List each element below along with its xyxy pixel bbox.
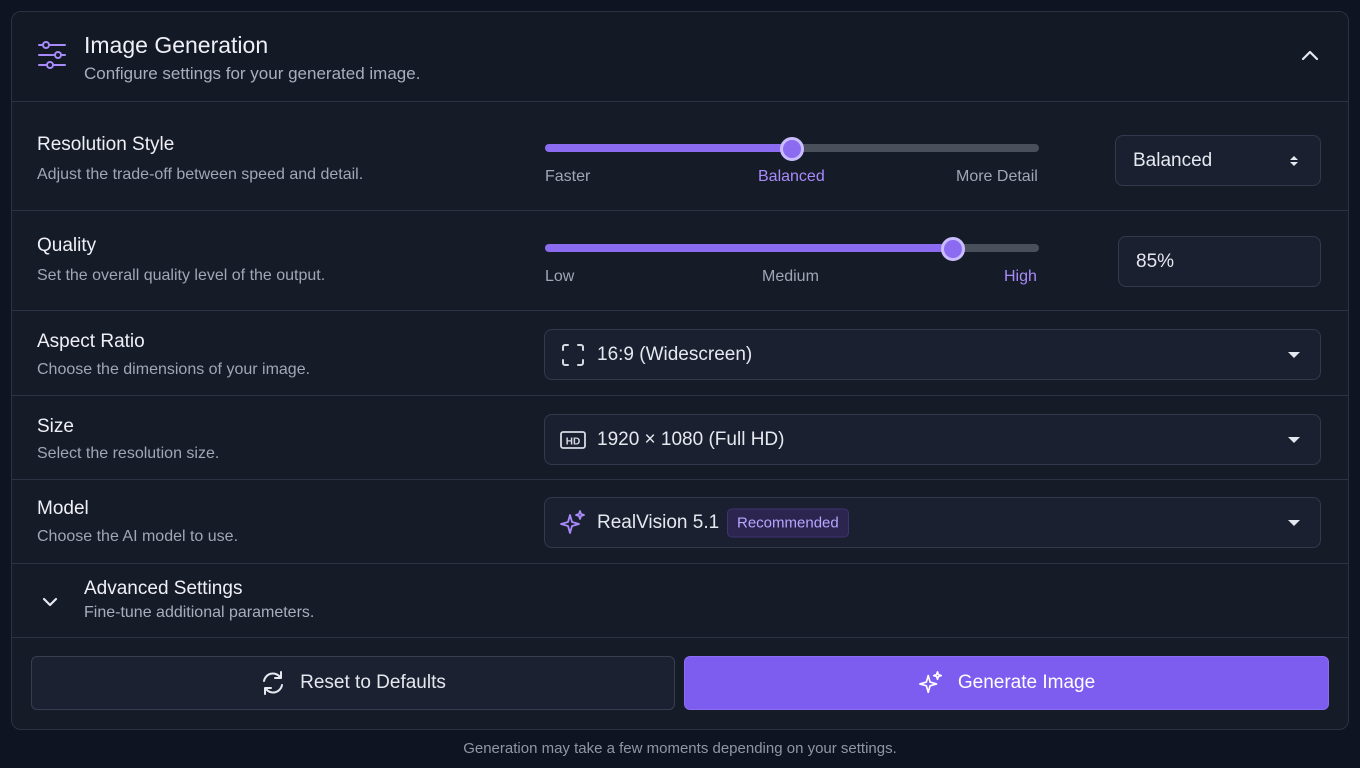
size-row: Size Select the resolution size. HD 1920…: [12, 396, 1348, 480]
model-description: Choose the AI model to use.: [37, 528, 239, 545]
quality-input[interactable]: 85%: [1118, 236, 1321, 287]
footer-note: Generation may take a few moments depend…: [463, 740, 897, 757]
size-label: Size: [37, 416, 74, 437]
aspect-ratio-label: Aspect Ratio: [37, 331, 145, 352]
slider-thumb[interactable]: [940, 237, 965, 261]
quality-row: Quality Set the overall quality level of…: [12, 211, 1348, 311]
tick-low[interactable]: Low: [545, 268, 574, 286]
tick-faster[interactable]: Faster: [545, 168, 590, 186]
recommended-badge: Recommended: [727, 508, 849, 537]
sparkles-icon: [560, 509, 585, 534]
resolution-style-select-value: Balanced: [1133, 149, 1213, 171]
size-value: 1920 × 1080 (Full HD): [597, 428, 785, 450]
chevron-down-icon: [42, 597, 58, 607]
aspect-ratio-description: Choose the dimensions of your image.: [37, 361, 311, 378]
resolution-style-label: Resolution Style: [37, 134, 175, 155]
page-subtitle: Configure settings for your generated im…: [84, 64, 421, 83]
resolution-style-description: Adjust the trade-off between speed and d…: [37, 166, 364, 183]
slider-thumb[interactable]: [780, 137, 804, 161]
model-select[interactable]: RealVision 5.1 Recommended: [544, 497, 1321, 548]
panel-header: Image Generation Configure settings for …: [12, 12, 1348, 102]
page-title: Image Generation: [84, 32, 269, 58]
advanced-settings-subtitle: Fine-tune additional parameters.: [84, 604, 315, 621]
model-value: RealVision 5.1: [597, 511, 720, 533]
chevron-down-icon: [1288, 436, 1300, 443]
resolution-style-slider[interactable]: [545, 137, 1039, 161]
size-description: Select the resolution size.: [37, 445, 220, 462]
hd-icon: HD: [560, 430, 586, 449]
slider-fill: [545, 144, 792, 152]
aspect-ratio-row: Aspect Ratio Choose the dimensions of yo…: [12, 311, 1348, 396]
aspect-ratio-icon: [562, 343, 584, 366]
updown-caret-icon: [1290, 155, 1298, 166]
advanced-settings-toggle[interactable]: Advanced Settings Fine-tune additional p…: [12, 564, 1348, 638]
reset-button-label: Reset to Defaults: [300, 672, 446, 693]
slider-fill: [545, 244, 953, 252]
generate-image-button[interactable]: Generate Image: [684, 656, 1329, 710]
chevron-down-icon: [1288, 519, 1300, 526]
resolution-style-select[interactable]: Balanced: [1115, 135, 1321, 186]
quality-input-value: 85%: [1136, 250, 1175, 272]
quality-label: Quality: [37, 235, 97, 256]
model-label: Model: [37, 498, 89, 519]
reset-to-defaults-button[interactable]: Reset to Defaults: [31, 656, 675, 710]
refresh-icon: [263, 671, 284, 695]
size-select[interactable]: HD 1920 × 1080 (Full HD): [544, 414, 1321, 465]
aspect-ratio-select[interactable]: 16:9 (Widescreen): [544, 329, 1321, 380]
tick-medium[interactable]: Medium: [762, 268, 819, 286]
chevron-down-icon: [1288, 351, 1300, 358]
sparkles-icon: [918, 671, 942, 694]
model-row: Model Choose the AI model to use. RealVi…: [12, 480, 1348, 564]
generate-button-label: Generate Image: [957, 672, 1096, 693]
advanced-settings-title: Advanced Settings: [84, 578, 243, 599]
resolution-style-row: Resolution Style Adjust the trade-off be…: [12, 102, 1348, 211]
tick-high[interactable]: High: [1004, 268, 1037, 286]
image-generation-panel: Image Generation Configure settings for …: [11, 11, 1349, 730]
quality-slider[interactable]: [545, 237, 1039, 261]
chevron-up-icon[interactable]: [1296, 42, 1324, 70]
aspect-ratio-value: 16:9 (Widescreen): [597, 343, 753, 365]
svg-text:HD: HD: [566, 436, 580, 447]
quality-description: Set the overall quality level of the out…: [37, 267, 326, 284]
sliders-icon: [38, 41, 66, 69]
tick-more-detail[interactable]: More Detail: [956, 168, 1038, 186]
tick-balanced[interactable]: Balanced: [758, 168, 825, 186]
